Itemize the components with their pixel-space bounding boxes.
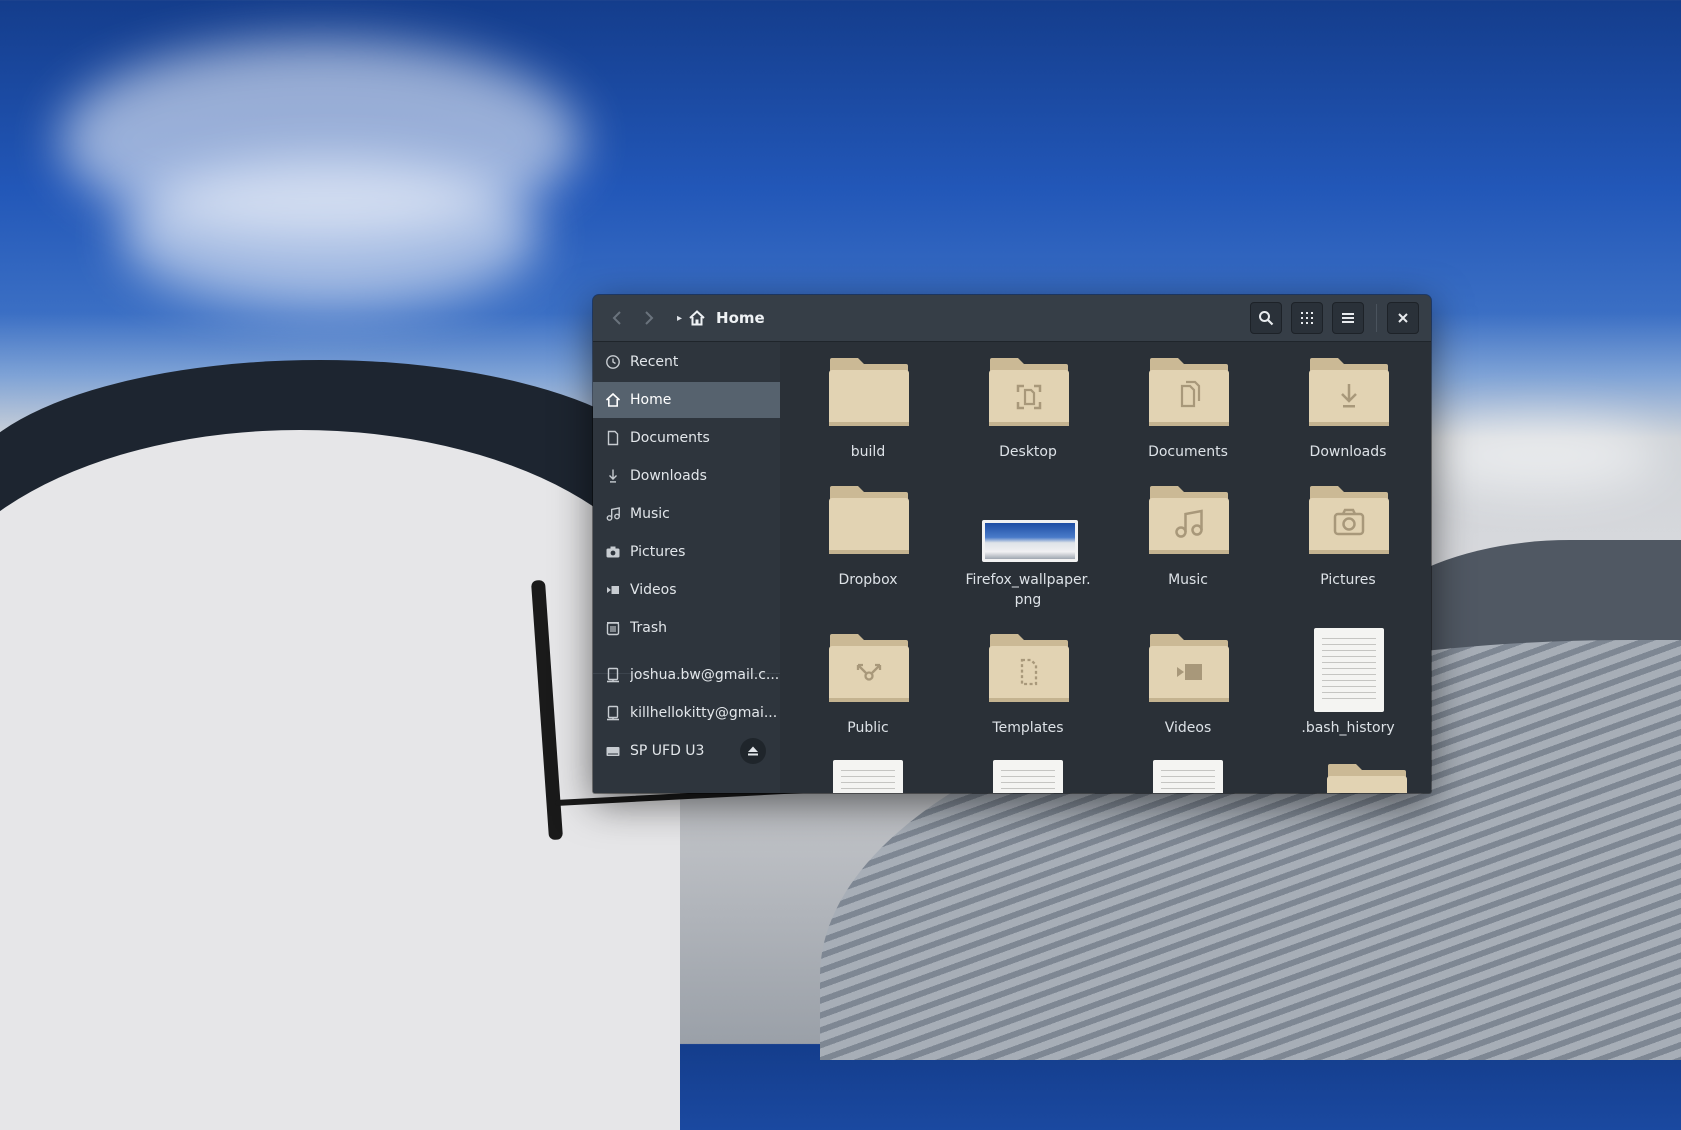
sidebar: Recent Home Documents Downloads Music Pi… (593, 342, 780, 793)
trash-icon (605, 620, 621, 636)
search-button[interactable] (1250, 302, 1282, 334)
download-icon (605, 468, 621, 484)
wallpaper-cloud (1420, 420, 1660, 490)
folder-documents-icon (1149, 358, 1229, 426)
text-file-icon[interactable] (1153, 760, 1223, 793)
eject-button[interactable] (740, 738, 766, 764)
sidebar-item-label: killhellokitty@gmai... (630, 705, 778, 721)
folder-downloads-icon (1309, 358, 1389, 426)
file-name: Public (847, 720, 889, 736)
file-name: Templates (992, 720, 1064, 736)
file-item-bash-history[interactable]: .bash_history (1278, 624, 1418, 744)
file-item-templates[interactable]: Templates (958, 624, 1098, 744)
sidebar-item-documents[interactable]: Documents (593, 420, 780, 456)
sidebar-item-recent[interactable]: Recent (593, 344, 780, 380)
file-name: Firefox_wallpaper. (965, 572, 1091, 588)
file-name: Desktop (999, 444, 1057, 460)
file-item-videos[interactable]: Videos (1118, 624, 1258, 744)
file-name: build (850, 444, 886, 460)
file-name-extension: png (1014, 592, 1042, 608)
forward-button[interactable] (635, 304, 663, 332)
folder-desktop-icon (989, 358, 1069, 426)
wallpaper-cloud (120, 160, 540, 310)
sidebar-item-label: Home (630, 392, 672, 408)
file-item-dropbox[interactable]: Dropbox (798, 476, 938, 616)
sidebar-item-videos[interactable]: Videos (593, 572, 780, 608)
folder-music-icon (1149, 486, 1229, 554)
home-icon[interactable] (688, 309, 706, 327)
file-name: Documents (1148, 444, 1228, 460)
file-name: Videos (1164, 720, 1212, 736)
sidebar-item-home[interactable]: Home (593, 382, 780, 418)
file-name: Music (1168, 572, 1208, 588)
file-item-downloads[interactable]: Downloads (1278, 348, 1418, 468)
sidebar-item-account-killhellokitty[interactable]: killhellokitty@gmai... (593, 695, 780, 731)
hamburger-menu-icon (1342, 313, 1354, 323)
chevron-right-icon (645, 311, 654, 325)
text-file-icon[interactable] (993, 760, 1063, 793)
folder-icon (829, 486, 909, 554)
sidebar-item-drive[interactable]: SP UFD U3 (593, 733, 780, 769)
file-item-desktop[interactable]: Desktop (958, 348, 1098, 468)
sidebar-item-account-joshua[interactable]: joshua.bw@gmail.c... (593, 657, 780, 693)
breadcrumb-arrow-icon[interactable]: ▸ (677, 313, 682, 324)
file-name: Downloads (1309, 444, 1387, 460)
eject-icon (748, 746, 758, 756)
file-name: .bash_history (1301, 720, 1395, 736)
sidebar-item-music[interactable]: Music (593, 496, 780, 532)
sidebar-item-trash[interactable]: Trash (593, 610, 780, 646)
headerbar-separator (1376, 304, 1377, 332)
grid-view-button[interactable] (1291, 302, 1323, 334)
file-item-public[interactable]: Public (798, 624, 938, 744)
folder-public-icon (829, 634, 909, 702)
camera-icon (605, 544, 621, 560)
back-button[interactable] (603, 304, 631, 332)
file-grid: build Desktop Documents Downloads Dropbo… (780, 342, 1431, 793)
sidebar-item-label: Recent (630, 354, 679, 370)
video-icon (605, 582, 621, 598)
folder-icon[interactable] (1326, 762, 1408, 793)
sidebar-item-label: Trash (630, 620, 667, 636)
file-manager-window: ▸ Home Recent Home Documents Downloads M… (593, 295, 1431, 793)
sidebar-item-downloads[interactable]: Downloads (593, 458, 780, 494)
network-account-icon (605, 667, 621, 683)
close-icon (1398, 313, 1408, 323)
sidebar-item-label: Pictures (630, 544, 686, 560)
sidebar-item-label: SP UFD U3 (630, 743, 705, 759)
folder-videos-icon (1149, 634, 1229, 702)
file-name: Dropbox (838, 572, 898, 588)
breadcrumb-current[interactable]: Home (716, 309, 765, 327)
sidebar-item-label: Music (630, 506, 670, 522)
wallpaper-dune (0, 430, 680, 1130)
file-item-firefox-wallpaper[interactable]: Firefox_wallpaper. png (958, 476, 1098, 616)
home-icon (605, 392, 621, 408)
sidebar-item-label: Videos (630, 582, 677, 598)
chevron-left-icon (612, 311, 621, 325)
folder-pictures-icon (1309, 486, 1389, 554)
file-item-documents[interactable]: Documents (1118, 348, 1258, 468)
close-button[interactable] (1387, 302, 1419, 334)
sidebar-item-pictures[interactable]: Pictures (593, 534, 780, 570)
folder-templates-icon (989, 634, 1069, 702)
file-name: Pictures (1320, 572, 1376, 588)
image-thumbnail (982, 520, 1078, 562)
search-icon (1259, 311, 1274, 326)
grid-icon (1301, 312, 1313, 324)
folder-icon (829, 358, 909, 426)
file-item-build[interactable]: build (798, 348, 938, 468)
headerbar: ▸ Home (593, 295, 1431, 342)
sidebar-item-label: Documents (630, 430, 710, 446)
music-icon (605, 506, 621, 522)
clock-icon (605, 354, 621, 370)
file-item-pictures[interactable]: Pictures (1278, 476, 1418, 616)
sidebar-item-label: joshua.bw@gmail.c... (630, 667, 780, 683)
text-file-icon (1314, 628, 1384, 712)
text-file-icon[interactable] (833, 760, 903, 793)
network-account-icon (605, 705, 621, 721)
menu-button[interactable] (1332, 302, 1364, 334)
drive-icon (605, 743, 621, 759)
document-icon (605, 430, 621, 446)
file-item-music[interactable]: Music (1118, 476, 1258, 616)
sidebar-item-label: Downloads (630, 468, 707, 484)
